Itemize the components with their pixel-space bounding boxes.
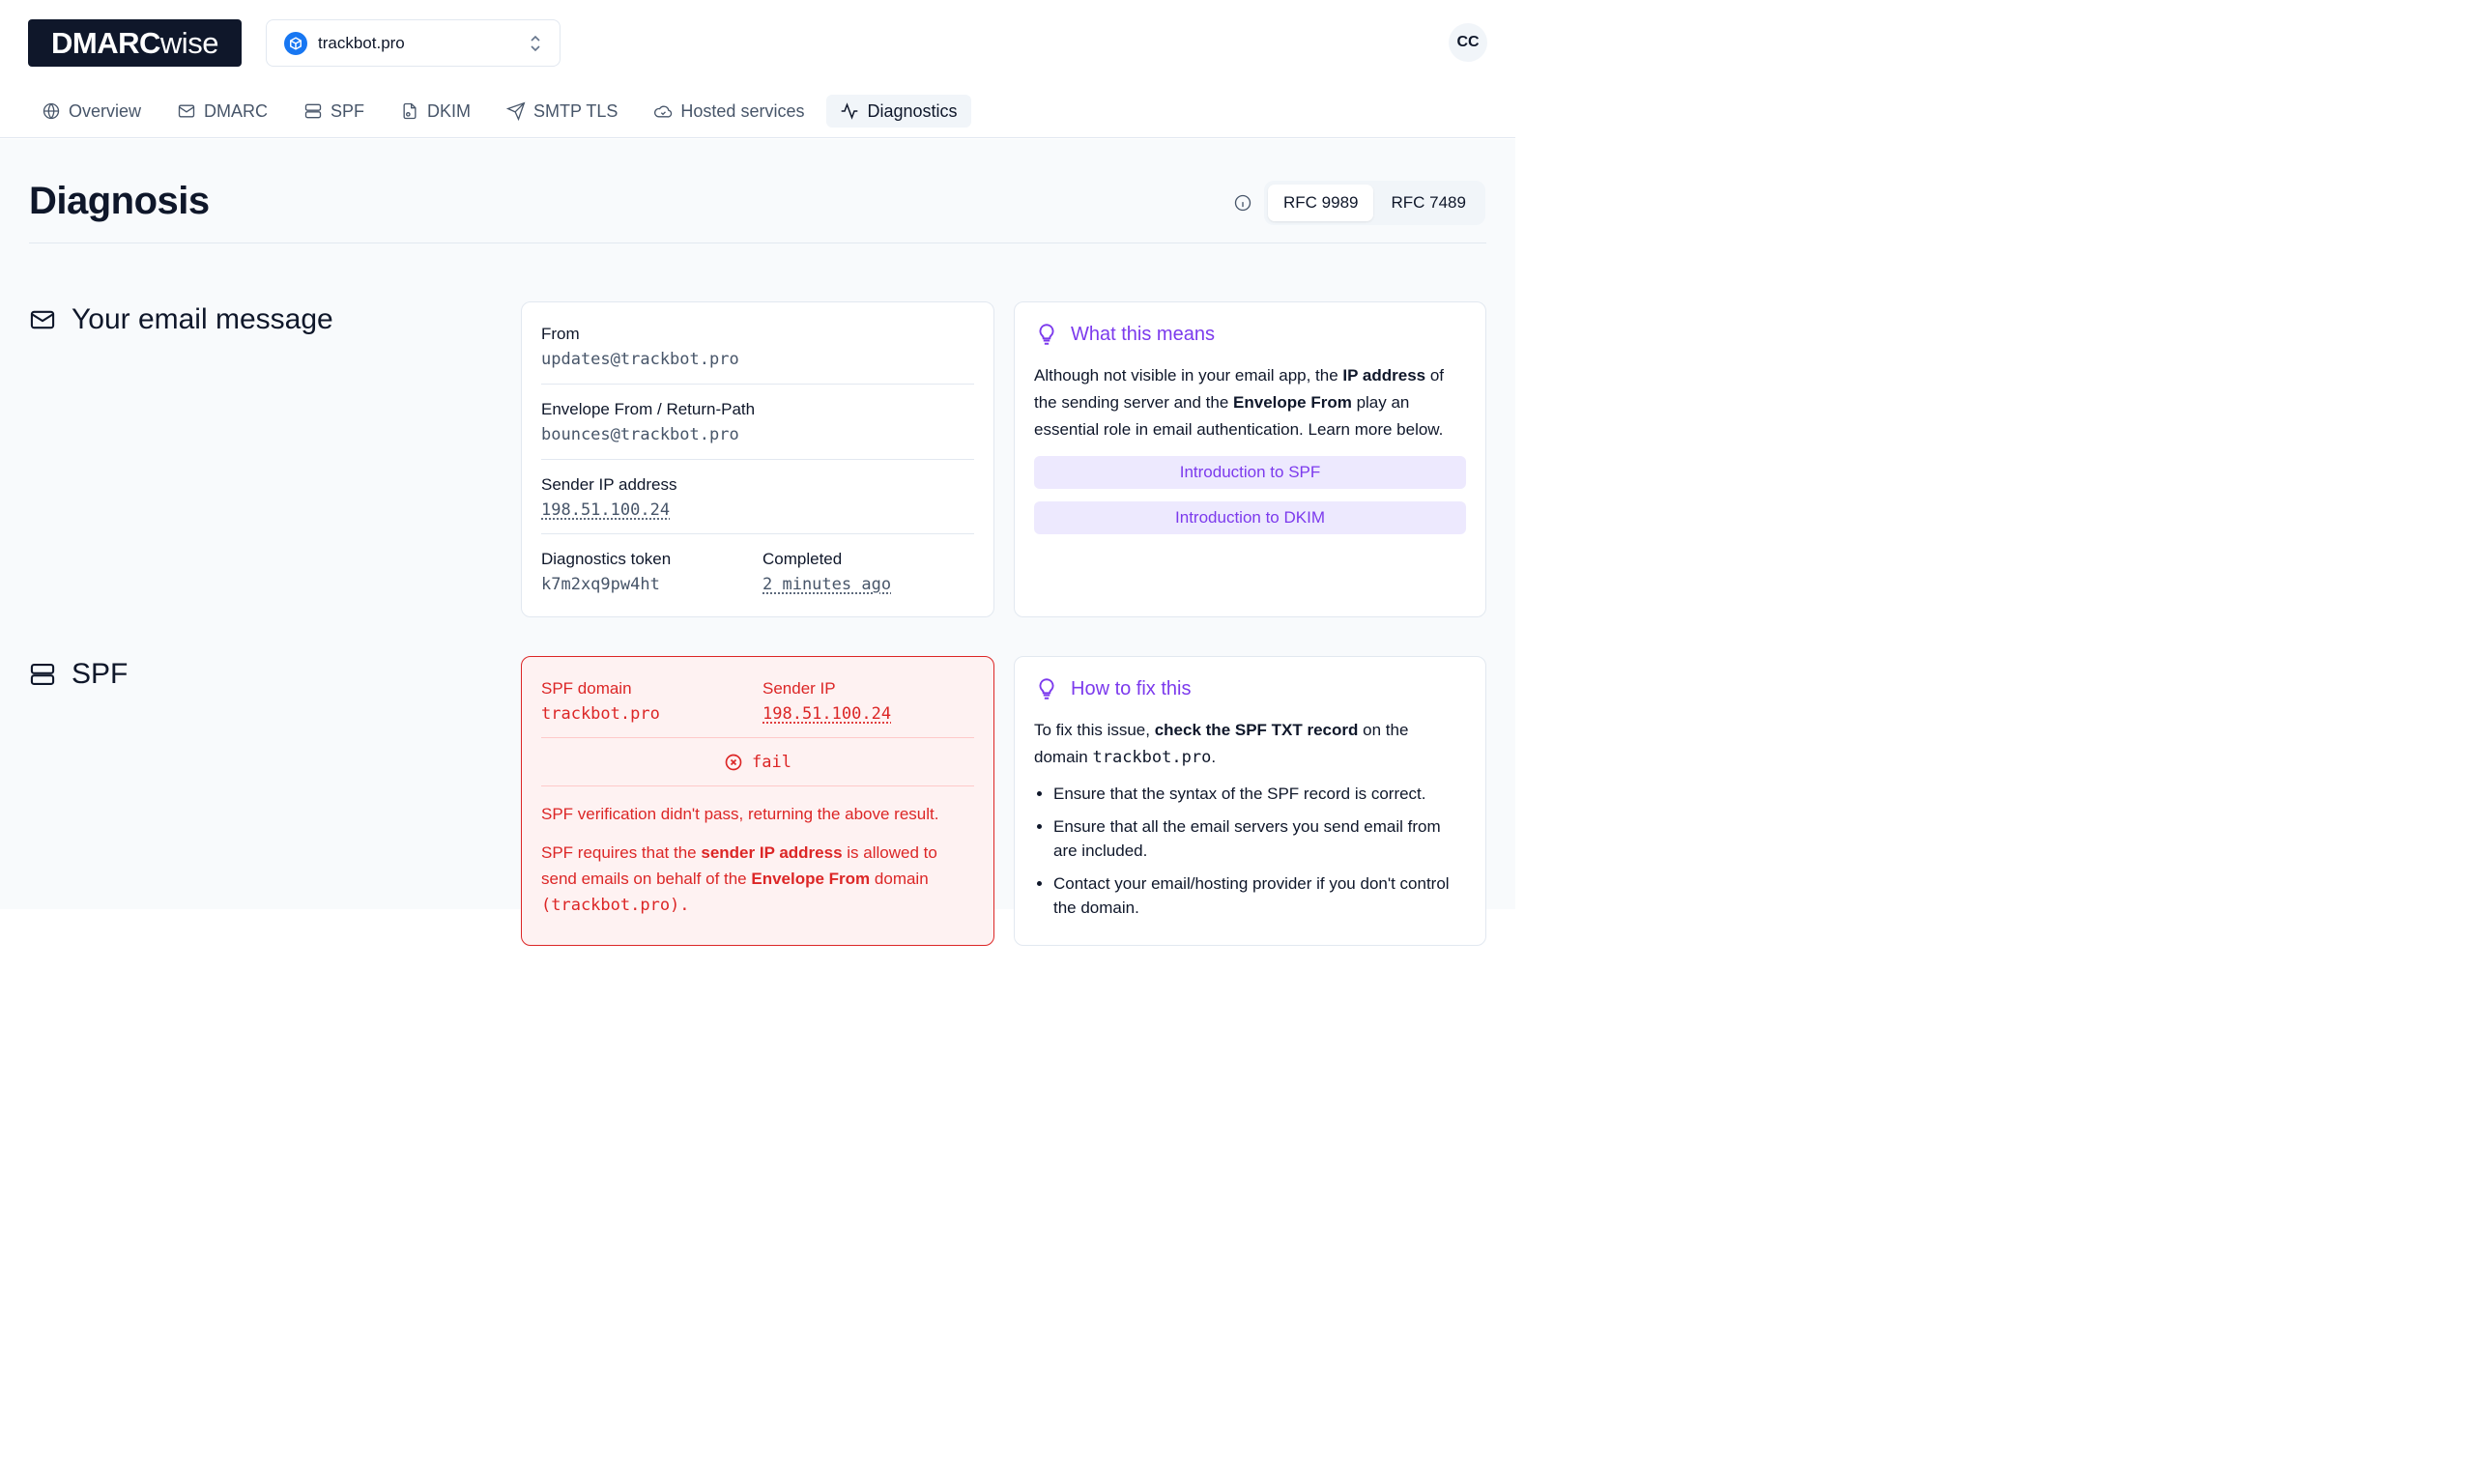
spf-result-value: fail bbox=[752, 752, 791, 772]
tab-label: Hosted services bbox=[680, 100, 805, 121]
tab-label: DMARC bbox=[204, 100, 269, 121]
tab-dkim[interactable]: DKIM bbox=[387, 95, 484, 128]
spf-result-card: SPF domain trackbot.pro Sender IP 198.51… bbox=[521, 656, 994, 946]
lightbulb-icon bbox=[1039, 678, 1054, 699]
fix-paragraph: To fix this issue, check the SPF TXT rec… bbox=[1034, 721, 1409, 767]
from-value: updates@trackbot.pro bbox=[541, 350, 739, 369]
section-title: SPF bbox=[72, 658, 129, 690]
envelope-from-value: bounces@trackbot.pro bbox=[541, 425, 739, 444]
lightbulb-icon bbox=[1039, 324, 1054, 345]
file-key-icon bbox=[403, 102, 417, 120]
spf-message-1: SPF verification didn't pass, returning … bbox=[541, 805, 939, 823]
tab-label: SPF bbox=[331, 100, 365, 121]
domain-name: trackbot.pro bbox=[318, 33, 405, 52]
server-icon bbox=[30, 664, 55, 685]
top-bar: DMARC wise trackbot.pro CC Overview DMARC… bbox=[0, 0, 1515, 138]
sender-ip-value[interactable]: 198.51.100.24 bbox=[762, 704, 891, 724]
spf-domain-value: trackbot.pro bbox=[541, 704, 660, 724]
main-content: Diagnosis RFC 9989 RFC 7489 Your email m… bbox=[0, 139, 1515, 946]
tab-hosted-services[interactable]: Hosted services bbox=[640, 95, 818, 128]
how-to-fix-card: How to fix this To fix this issue, check… bbox=[1014, 656, 1486, 946]
send-icon bbox=[506, 101, 526, 121]
diagnostics-token-label: Diagnostics token bbox=[541, 550, 672, 568]
tab-label: SMTP TLS bbox=[533, 100, 618, 121]
fix-list: Ensure that the syntax of the SPF record… bbox=[1034, 782, 1466, 920]
tab-label: Overview bbox=[69, 100, 142, 121]
spf-status: fail bbox=[522, 738, 993, 785]
user-avatar[interactable]: CC bbox=[1449, 23, 1487, 62]
rfc-9989-button[interactable]: RFC 9989 bbox=[1268, 185, 1374, 221]
x-circle-icon bbox=[725, 754, 742, 770]
completed-label: Completed bbox=[762, 550, 843, 568]
server-icon bbox=[304, 103, 322, 119]
domain-selector[interactable]: trackbot.pro bbox=[266, 19, 561, 67]
tab-spf[interactable]: SPF bbox=[290, 95, 378, 128]
dmarcwise-logo[interactable]: DMARC wise bbox=[28, 19, 242, 67]
rfc-switcher: RFC 9989 RFC 7489 bbox=[1233, 181, 1485, 225]
envelope-from-label: Envelope From / Return-Path bbox=[541, 400, 756, 418]
globe-icon bbox=[43, 102, 60, 120]
tab-overview[interactable]: Overview bbox=[28, 95, 155, 128]
intro-spf-button[interactable]: Introduction to SPF bbox=[1034, 456, 1466, 489]
what-this-means-card: What this means Although not visible in … bbox=[1014, 301, 1486, 617]
spf-domain-label: SPF domain bbox=[541, 679, 632, 698]
nav-tabs: Overview DMARC SPF DKIM SMTP TLS Hosted … bbox=[28, 95, 980, 128]
section-spf-heading: SPF bbox=[29, 658, 128, 691]
sender-ip-label: Sender IP address bbox=[541, 475, 677, 494]
intro-dkim-button[interactable]: Introduction to DKIM bbox=[1034, 501, 1466, 534]
section-title: Your email message bbox=[72, 303, 333, 335]
help-title: How to fix this bbox=[1071, 677, 1192, 699]
help-title: What this means bbox=[1071, 323, 1215, 345]
email-details-card: From updates@trackbot.pro Envelope From … bbox=[521, 301, 994, 617]
fix-item: Contact your email/hosting provider if y… bbox=[1053, 871, 1466, 920]
mail-icon bbox=[30, 310, 55, 329]
rfc-toggle-group: RFC 9989 RFC 7489 bbox=[1264, 181, 1485, 225]
tab-label: Diagnostics bbox=[867, 100, 958, 121]
spf-message-2: SPF requires that the sender IP address … bbox=[541, 843, 937, 915]
rfc-7489-button[interactable]: RFC 7489 bbox=[1375, 185, 1481, 221]
mail-icon bbox=[178, 104, 195, 118]
fix-item: Ensure that the syntax of the SPF record… bbox=[1053, 782, 1466, 806]
domain-logo-icon bbox=[284, 31, 307, 55]
completed-value[interactable]: 2 minutes ago bbox=[762, 575, 891, 594]
sender-ip-label: Sender IP bbox=[762, 679, 836, 698]
page-title: Diagnosis bbox=[29, 180, 210, 222]
from-label: From bbox=[541, 325, 580, 343]
cloud-icon bbox=[654, 105, 673, 118]
diagnostics-token-value: k7m2xq9pw4ht bbox=[541, 575, 660, 594]
help-heading: What this means bbox=[1034, 322, 1466, 347]
help-paragraph: Although not visible in your email app, … bbox=[1034, 366, 1445, 439]
section-email-heading: Your email message bbox=[29, 303, 333, 336]
activity-icon bbox=[842, 102, 858, 120]
tab-label: DKIM bbox=[427, 100, 472, 121]
tab-smtp-tls[interactable]: SMTP TLS bbox=[493, 95, 631, 128]
info-icon[interactable] bbox=[1233, 193, 1252, 213]
tab-dmarc[interactable]: DMARC bbox=[163, 95, 281, 128]
fix-item: Ensure that all the email servers you se… bbox=[1053, 814, 1466, 863]
help-heading: How to fix this bbox=[1034, 676, 1466, 701]
sender-ip-value[interactable]: 198.51.100.24 bbox=[541, 500, 974, 520]
tab-diagnostics[interactable]: Diagnostics bbox=[826, 95, 971, 128]
chevrons-up-down-icon bbox=[529, 35, 542, 52]
